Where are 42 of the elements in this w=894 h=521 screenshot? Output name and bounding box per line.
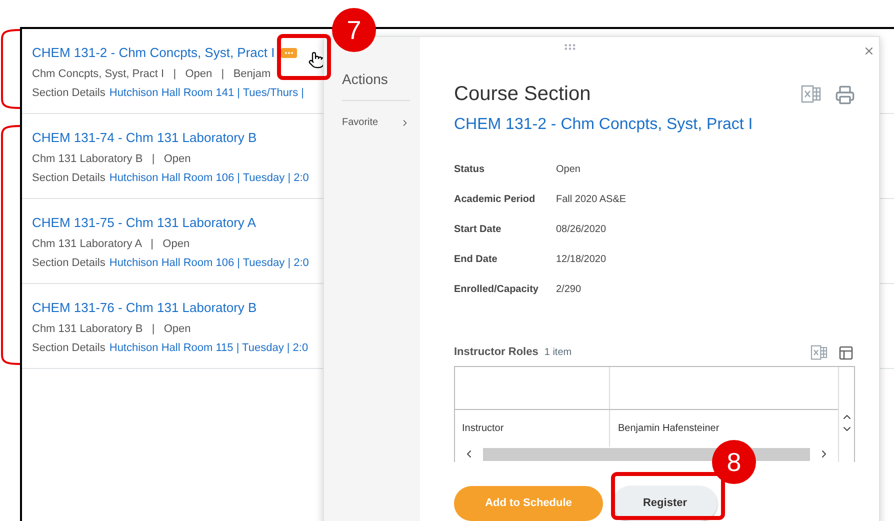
course-link[interactable]: CHEM 131-75 - Chm 131 Laboratory A xyxy=(32,213,256,232)
field-label: End Date xyxy=(454,253,498,267)
course-link[interactable]: CHEM 131-74 - Chm 131 Laboratory B xyxy=(32,128,257,148)
field-label: Academic Period xyxy=(454,193,536,207)
course-summary: Chm 131 Laboratory A | Open xyxy=(32,236,190,252)
actions-title: Actions xyxy=(342,69,410,101)
field-value: Open xyxy=(556,163,580,177)
course-link[interactable]: CHEM 131-2 - Chm Concpts, Syst, Pract I xyxy=(32,43,275,62)
field-value: 2/290 xyxy=(556,283,582,297)
course-summary: Chm 131 Laboratory B | Open xyxy=(32,152,191,166)
section-title: Instructor Roles xyxy=(454,345,538,360)
field-value: Fall 2020 AS&E xyxy=(556,193,626,207)
details-label: Section Details xyxy=(32,171,106,186)
highlight-frame xyxy=(277,34,331,80)
table-cell: Instructor xyxy=(455,410,610,446)
field-label: Enrolled/Capacity xyxy=(454,283,540,297)
close-icon[interactable] xyxy=(863,45,875,57)
table-cell-text: Benjamin Hafensteiner xyxy=(617,422,720,436)
panel-heading: Course Section xyxy=(454,82,592,107)
course-link[interactable]: CHEM 131-2 - Chm Concpts, Syst, Pract I xyxy=(454,113,753,137)
actions-menu-item[interactable]: Favorite xyxy=(342,115,410,130)
callout-number: 7 xyxy=(332,8,376,52)
details-label: Section Details xyxy=(32,86,106,101)
field-label: Start Date xyxy=(454,223,502,237)
details-label: Section Details xyxy=(32,256,106,271)
item-count: 1 item xyxy=(544,346,572,360)
table-layout-icon[interactable] xyxy=(838,344,854,360)
details-label: Section Details xyxy=(32,341,106,356)
field-value: 12/18/2020 xyxy=(556,253,606,267)
export-excel-icon[interactable] xyxy=(810,344,828,360)
export-excel-icon[interactable] xyxy=(801,85,821,103)
details-link[interactable]: Hutchison Hall Room 115 | Tuesday | 2:0 xyxy=(109,340,308,356)
field-label: Status xyxy=(454,163,486,177)
course-link[interactable]: CHEM 131-76 - Chm 131 Laboratory B xyxy=(32,298,257,318)
course-summary: Chm 131 Laboratory B | Open xyxy=(32,322,191,336)
field-value: 08/26/2020 xyxy=(556,223,606,237)
course-summary: Chm Concpts, Syst, Pract I | Open | Benjam xyxy=(32,66,271,82)
details-link[interactable]: Hutchison Hall Room 141 | Tues/Thurs | xyxy=(109,85,304,102)
details-link[interactable]: Hutchison Hall Room 106 | Tuesday | 2:0 xyxy=(109,255,309,272)
related-actions-button[interactable] xyxy=(280,48,297,58)
details-link[interactable]: Hutchison Hall Room 106 | Tuesday | 2:0 xyxy=(109,170,309,186)
print-icon[interactable] xyxy=(835,85,855,105)
